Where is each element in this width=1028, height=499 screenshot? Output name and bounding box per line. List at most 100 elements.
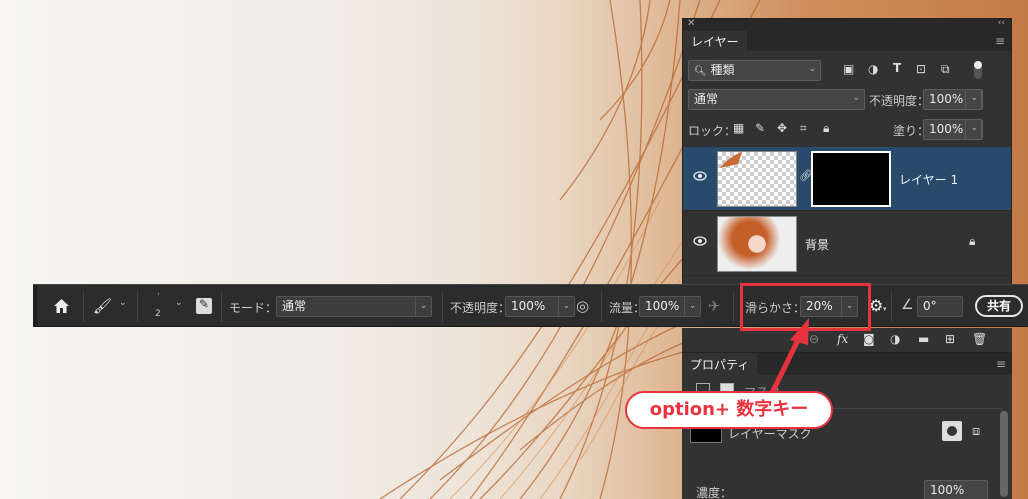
search-icon: 🔍︎ — [694, 66, 707, 77]
brush-preview-dot[interactable]: · — [157, 290, 160, 300]
density-field[interactable]: 100% — [924, 480, 988, 499]
pixel-filter-icon[interactable]: ▣ — [843, 62, 854, 76]
filter-kind-value: 種類 — [710, 63, 735, 77]
chevron-down-icon: ⌄ — [970, 123, 978, 133]
layer-filter-row: 🔍︎ 種類 ⌄ ▣ ◑ T ⊡ ⧉ — [683, 59, 1011, 83]
add-vector-mask-icon[interactable]: ⧈ — [972, 424, 980, 439]
density-label: 濃度： — [696, 486, 733, 499]
blend-mode-value: 通常 — [694, 92, 719, 106]
mode-label: モード： — [229, 301, 278, 315]
filter-toggle[interactable] — [974, 61, 982, 79]
flow-value: 100% — [645, 299, 680, 313]
chevron-down-icon: ⌄ — [558, 297, 574, 316]
adjustment-filter-icon[interactable]: ◑ — [868, 62, 878, 76]
adjustment-layer-icon[interactable]: ◑ — [890, 332, 900, 346]
layer-name[interactable]: レイヤー 1 — [899, 171, 958, 188]
divider — [601, 291, 602, 322]
brush-tool-icon[interactable]: 🖌︎ — [93, 297, 112, 315]
pen-glyph: ✎ — [199, 297, 210, 311]
tab-layers[interactable]: レイヤー — [683, 31, 747, 51]
type-filter-icon[interactable]: T — [893, 61, 901, 75]
home-icon[interactable] — [53, 298, 70, 314]
chevron-down-icon: ⌄ — [808, 64, 816, 74]
lock-move-icon[interactable]: ✥ — [777, 121, 787, 135]
tab-properties[interactable]: プロパティ — [682, 353, 758, 375]
angle-field[interactable]: 0° — [917, 296, 963, 317]
share-button[interactable]: 共有 — [975, 295, 1023, 317]
mask-dot-icon — [947, 426, 957, 436]
layers-tab-bar: レイヤー ≡ — [683, 31, 1011, 51]
layer-thumbnail[interactable] — [717, 151, 797, 207]
flow-field[interactable]: 100% ⌄ — [639, 296, 701, 317]
blend-mode-row: 通常 ⌄ 不透明度： 100% ⌄ — [683, 88, 1011, 112]
fx-icon[interactable]: fx — [837, 332, 848, 346]
mode-value: 通常 — [282, 299, 307, 313]
brush-size-value: 2 — [155, 309, 161, 319]
chevron-down-icon: ⌄ — [415, 297, 431, 316]
visibility-eye-icon[interactable] — [693, 171, 707, 181]
fill-stepper[interactable]: ⌄ — [965, 119, 982, 140]
brush-options-bar: 🖌︎ ⌄ · 2 ⌄ ✎ モード： 通常 ⌄ 不透明度： 100% ⌄ ◎ 流量… — [33, 284, 1028, 327]
lock-icon: 🔒︎ — [969, 234, 976, 248]
brush-settings-icon[interactable]: ✎ — [196, 297, 212, 314]
mode-dropdown[interactable]: 通常 ⌄ — [276, 296, 432, 317]
properties-scrollbar[interactable] — [1000, 411, 1008, 497]
layers-panel: ✕ ‹‹ レイヤー ≡ 🔍︎ 種類 ⌄ ▣ ◑ T ⊡ ⧉ 通常 ⌄ 不透明度：… — [682, 18, 1012, 318]
layer-name[interactable]: 背景 — [805, 236, 829, 253]
shape-filter-icon[interactable]: ⊡ — [916, 62, 926, 76]
chevron-down-icon: ⌄ — [852, 93, 860, 103]
trash-icon[interactable]: 🗑︎ — [972, 332, 987, 346]
grip-handle[interactable] — [33, 285, 37, 327]
chevron-down-icon: ⌄ — [684, 297, 700, 316]
opacity-field[interactable]: 100% ⌄ — [505, 296, 575, 317]
lock-all-icon[interactable]: 🔒︎ — [823, 121, 829, 136]
smart-object-filter-icon[interactable]: ⧉ — [941, 62, 950, 77]
folder-icon[interactable]: ▬ — [918, 332, 929, 346]
divider — [221, 291, 222, 322]
airbrush-icon[interactable]: ✈︎ — [708, 297, 721, 315]
opacity-label: 不透明度： — [869, 94, 930, 108]
layers-panel-footer: ⊖ fx ◙ ◑ ▬ ⊞ 🗑︎ — [682, 328, 1012, 352]
panel-menu-icon[interactable]: ≡ — [995, 34, 1005, 48]
chevron-down-icon[interactable]: ⌄ — [119, 298, 127, 308]
divider — [733, 291, 734, 322]
panel-header-strip: ✕ ‹‹ — [683, 18, 1011, 31]
divider — [83, 291, 84, 322]
chevron-down-icon[interactable]: ▾ — [883, 305, 887, 313]
layer-mask-thumbnail[interactable] — [811, 151, 891, 207]
divider — [891, 291, 892, 322]
angle-value: 0° — [923, 299, 937, 313]
add-mask-icon[interactable]: ◙ — [863, 332, 875, 346]
opacity-value: 100% — [511, 299, 546, 313]
density-value: 100% — [930, 483, 965, 497]
blend-mode-dropdown[interactable]: 通常 ⌄ — [688, 89, 865, 110]
chevron-down-icon[interactable]: ⌄ — [175, 298, 183, 308]
visibility-eye-icon[interactable] — [693, 236, 707, 246]
collapse-icon[interactable]: ‹‹ — [998, 18, 1005, 28]
hair-fragment-thumbnail — [720, 152, 742, 168]
filter-kind-dropdown[interactable]: 🔍︎ 種類 ⌄ — [688, 60, 821, 81]
divider — [442, 291, 443, 322]
lock-row: ロック： ▦ ✎ ✥ ⌗ 🔒︎ 塗り： 100% ⌄ — [683, 117, 1011, 143]
properties-tab-bar: プロパティ ≡ — [682, 353, 1012, 375]
new-layer-icon[interactable]: ⊞ — [945, 332, 955, 346]
panel-menu-icon[interactable]: ≡ — [996, 357, 1006, 371]
opacity-stepper[interactable]: ⌄ — [965, 89, 982, 110]
gear-icon[interactable]: ⚙︎ — [869, 296, 883, 315]
lock-paint-icon[interactable]: ✎ — [755, 121, 765, 135]
opacity-value: 100% — [929, 92, 964, 106]
lock-transparent-icon[interactable]: ▦ — [733, 121, 744, 135]
toggle-knob — [974, 61, 982, 69]
pressure-opacity-icon[interactable]: ◎ — [576, 297, 589, 315]
select-mask-button[interactable] — [942, 421, 962, 441]
fill-value: 100% — [929, 122, 964, 136]
layer-row[interactable]: 🔗︎ レイヤー 1 — [683, 147, 1011, 211]
link-layers-icon[interactable]: ⊖ — [809, 332, 819, 346]
chevron-down-icon: ⌄ — [970, 93, 978, 103]
layer-row[interactable]: 背景 🔒︎ — [683, 212, 1011, 276]
background-layer-thumbnail[interactable] — [717, 216, 797, 272]
close-icon[interactable]: ✕ — [687, 18, 695, 29]
lock-artboard-icon[interactable]: ⌗ — [800, 121, 807, 136]
opacity-label: 不透明度： — [450, 301, 511, 315]
smoothing-highlight-box — [740, 283, 871, 331]
